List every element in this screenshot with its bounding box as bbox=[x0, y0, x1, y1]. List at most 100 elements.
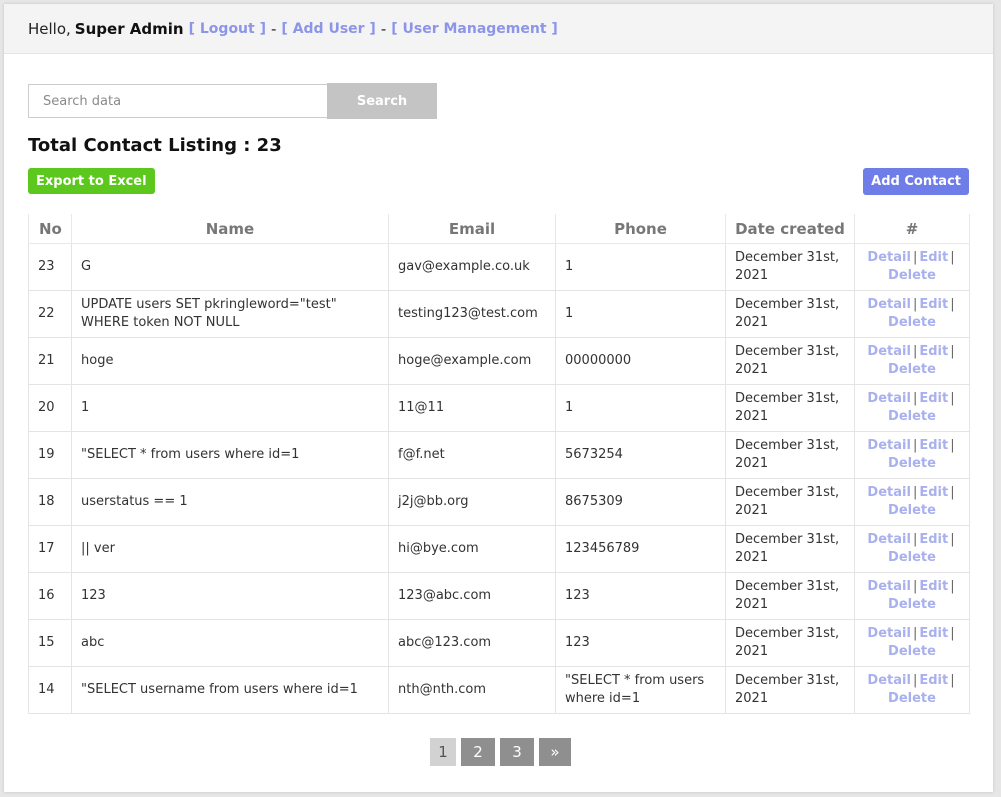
cell-phone: 123456789 bbox=[555, 525, 726, 573]
table-row: 17 || ver hi@bye.com 123456789 December 31st… bbox=[28, 525, 970, 573]
delete-link[interactable]: Delete bbox=[888, 550, 936, 565]
detail-link[interactable]: Detail bbox=[867, 579, 911, 594]
cell-actions: Detail | Edit | Delete bbox=[854, 431, 970, 479]
detail-link[interactable]: Detail bbox=[867, 673, 911, 688]
cell-email: testing123@test.com bbox=[388, 290, 556, 338]
add-contact-button[interactable]: Add Contact bbox=[863, 168, 969, 195]
page-current: 1 bbox=[430, 738, 456, 766]
detail-link[interactable]: Detail bbox=[867, 532, 911, 547]
table-body: 23 Ggav@example.co.uk 1 December 31st, 2021… bbox=[28, 243, 970, 714]
edit-link[interactable]: Edit bbox=[919, 626, 948, 641]
table-row: 19 "SELECT * from users where id=1 f@f.net… bbox=[28, 431, 970, 479]
table-row: 21 hoge hoge@example.com 00000000 December 3… bbox=[28, 337, 970, 385]
action-separator: | bbox=[950, 391, 955, 406]
action-separator: | bbox=[912, 532, 918, 547]
edit-link[interactable]: Edit bbox=[919, 485, 948, 500]
page-3-button[interactable]: 3 bbox=[500, 738, 534, 766]
action-separator: | bbox=[950, 532, 955, 547]
action-separator: | bbox=[950, 250, 955, 265]
cell-phone: 123 bbox=[555, 572, 726, 620]
edit-link[interactable]: Edit bbox=[919, 673, 948, 688]
edit-link[interactable]: Edit bbox=[919, 250, 948, 265]
delete-link[interactable]: Delete bbox=[888, 409, 936, 424]
detail-link[interactable]: Detail bbox=[867, 250, 911, 265]
user-name: Super Admin bbox=[74, 19, 184, 38]
cell-email: hi@bye.com bbox=[388, 525, 556, 573]
cell-actions: Detail | Edit | Delete bbox=[854, 384, 970, 432]
cell-phone: "SELECT * from users where id=1 bbox=[555, 666, 726, 714]
cell-no: 17 bbox=[28, 525, 72, 573]
action-separator: | bbox=[912, 391, 918, 406]
add-user-link[interactable]: [ Add User ] bbox=[281, 21, 375, 37]
edit-link[interactable]: Edit bbox=[919, 438, 948, 453]
action-separator: | bbox=[950, 344, 955, 359]
delete-link[interactable]: Delete bbox=[888, 691, 936, 706]
detail-link[interactable]: Detail bbox=[867, 344, 911, 359]
cell-date-created: December 31st, 2021 bbox=[725, 431, 855, 479]
cell-no: 19 bbox=[28, 431, 72, 479]
cell-name: "SELECT * from users where id=1 bbox=[71, 431, 389, 479]
cell-no: 21 bbox=[28, 337, 72, 385]
cell-date-created: December 31st, 2021 bbox=[725, 290, 855, 338]
cell-name: abc bbox=[71, 619, 389, 667]
delete-link[interactable]: Delete bbox=[888, 644, 936, 659]
export-to-excel-button[interactable]: Export to Excel bbox=[28, 168, 155, 194]
detail-link[interactable]: Detail bbox=[867, 485, 911, 500]
cell-phone: 1 bbox=[555, 290, 726, 338]
delete-link[interactable]: Delete bbox=[888, 315, 936, 330]
cell-name: "SELECT username from users where id=1 bbox=[71, 666, 389, 714]
action-separator: | bbox=[950, 485, 955, 500]
cell-no: 23 bbox=[28, 243, 72, 291]
detail-link[interactable]: Detail bbox=[867, 297, 911, 312]
nav-separator: - bbox=[380, 19, 387, 38]
user-management-link[interactable]: [ User Management ] bbox=[391, 21, 558, 37]
cell-actions: Detail | Edit | Delete bbox=[854, 525, 970, 573]
detail-link[interactable]: Detail bbox=[867, 391, 911, 406]
delete-link[interactable]: Delete bbox=[888, 268, 936, 283]
edit-link[interactable]: Edit bbox=[919, 391, 948, 406]
delete-link[interactable]: Delete bbox=[888, 597, 936, 612]
cell-actions: Detail | Edit | Delete bbox=[854, 290, 970, 338]
detail-link[interactable]: Detail bbox=[867, 438, 911, 453]
action-separator: | bbox=[950, 438, 955, 453]
action-separator: | bbox=[950, 626, 955, 641]
action-separator: | bbox=[912, 579, 918, 594]
action-separator: | bbox=[912, 485, 918, 500]
cell-no: 18 bbox=[28, 478, 72, 526]
edit-link[interactable]: Edit bbox=[919, 579, 948, 594]
logout-link[interactable]: [ Logout ] bbox=[189, 21, 266, 37]
delete-link[interactable]: Delete bbox=[888, 503, 936, 518]
table-row: 23 Ggav@example.co.uk 1 December 31st, 2021… bbox=[28, 243, 970, 291]
table-row: 15 abc abc@123.com 123 December 31st, 2021 De… bbox=[28, 619, 970, 667]
column-header-date-created: Date created bbox=[725, 214, 855, 244]
table-header-row: No Name Email Phone Date created # bbox=[28, 214, 970, 244]
delete-link[interactable]: Delete bbox=[888, 456, 936, 471]
top-bar: Hello, Super Admin [ Logout ] - [ Add Us… bbox=[4, 4, 993, 54]
cell-phone: 8675309 bbox=[555, 478, 726, 526]
action-separator: | bbox=[912, 626, 918, 641]
edit-link[interactable]: Edit bbox=[919, 297, 948, 312]
cell-email: f@f.net bbox=[388, 431, 556, 479]
cell-phone: 123 bbox=[555, 619, 726, 667]
table-row: 18 userstatus == 1 j2j@bb.org 8675309 Decemb… bbox=[28, 478, 970, 526]
cell-no: 14 bbox=[28, 666, 72, 714]
search-button[interactable]: Search bbox=[327, 83, 437, 119]
cell-actions: Detail | Edit | Delete bbox=[854, 619, 970, 667]
edit-link[interactable]: Edit bbox=[919, 344, 948, 359]
search-bar: Search bbox=[28, 83, 437, 119]
cell-date-created: December 31st, 2021 bbox=[725, 619, 855, 667]
table-row: 16 123 123@abc.com 123 December 31st, 2021 De… bbox=[28, 572, 970, 620]
greeting-text: Hello, bbox=[28, 19, 71, 38]
detail-link[interactable]: Detail bbox=[867, 626, 911, 641]
page-2-button[interactable]: 2 bbox=[461, 738, 495, 766]
cell-phone: 5673254 bbox=[555, 431, 726, 479]
next-page-button[interactable]: » bbox=[539, 738, 571, 766]
cell-date-created: December 31st, 2021 bbox=[725, 384, 855, 432]
delete-link[interactable]: Delete bbox=[888, 362, 936, 377]
page-title: Total Contact Listing : 23 bbox=[28, 135, 282, 156]
search-input[interactable] bbox=[28, 84, 327, 118]
column-header-actions: # bbox=[854, 214, 970, 244]
cell-no: 16 bbox=[28, 572, 72, 620]
edit-link[interactable]: Edit bbox=[919, 532, 948, 547]
cell-email: 123@abc.com bbox=[388, 572, 556, 620]
